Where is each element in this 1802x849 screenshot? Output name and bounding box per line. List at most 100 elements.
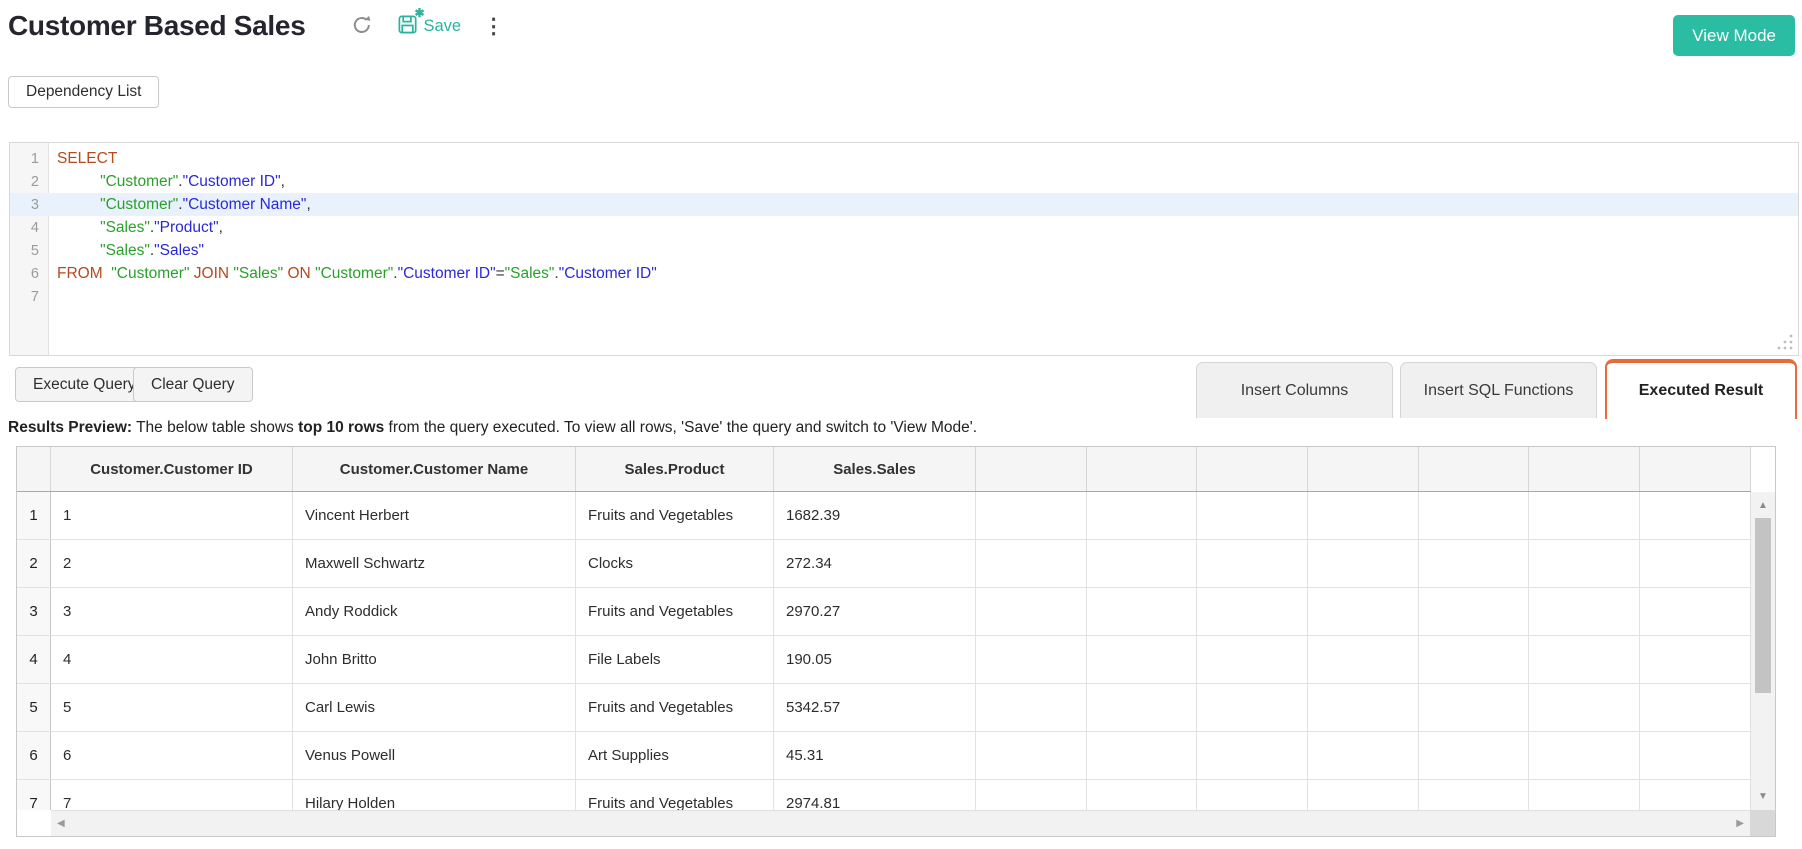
- empty-cell: [1197, 684, 1308, 731]
- sql-editor-lines[interactable]: 1SELECT2 "Customer"."Customer ID",3 "Cus…: [10, 147, 1798, 308]
- cell: 1682.39: [774, 492, 976, 539]
- cell: Andy Roddick: [293, 588, 576, 635]
- tab-insert-sql-functions[interactable]: Insert SQL Functions: [1400, 362, 1597, 418]
- editor-resize-handle[interactable]: [1774, 331, 1796, 353]
- empty-cell: [976, 732, 1087, 779]
- scroll-left-arrow-icon[interactable]: ◀: [57, 811, 65, 836]
- empty-cell: [1419, 732, 1530, 779]
- empty-cell: [1197, 732, 1308, 779]
- sql-code[interactable]: "Sales"."Sales": [48, 242, 204, 260]
- scroll-right-arrow-icon[interactable]: ▶: [1736, 811, 1744, 836]
- sql-code[interactable]: "Sales"."Product",: [48, 219, 223, 237]
- cell: Hilary Holden: [293, 780, 576, 810]
- empty-cell: [1308, 492, 1419, 539]
- scroll-up-arrow-icon[interactable]: ▲: [1751, 500, 1775, 511]
- empty-cell: [1197, 636, 1308, 683]
- sql-line-3[interactable]: 3 "Customer"."Customer Name",: [10, 193, 1798, 216]
- empty-cell: [1197, 540, 1308, 587]
- more-options-button[interactable]: ⋮: [483, 16, 504, 37]
- empty-column-header: [1419, 447, 1530, 491]
- empty-cell: [1640, 636, 1751, 683]
- cell: 3: [51, 588, 293, 635]
- empty-cell: [1529, 492, 1640, 539]
- tab-executed-result[interactable]: Executed Result: [1605, 359, 1797, 419]
- empty-cell: [1529, 684, 1640, 731]
- sql-line-1[interactable]: 1SELECT: [10, 147, 1798, 170]
- sql-code[interactable]: SELECT: [48, 150, 117, 168]
- column-header: Sales.Sales: [774, 447, 976, 491]
- empty-cell: [1419, 636, 1530, 683]
- empty-cell: [976, 780, 1087, 810]
- cell: 1: [51, 492, 293, 539]
- row-number: 5: [17, 684, 51, 731]
- cell: 6: [51, 732, 293, 779]
- empty-cell: [976, 588, 1087, 635]
- scroll-down-arrow-icon[interactable]: ▼: [1751, 791, 1775, 802]
- empty-cell: [1308, 588, 1419, 635]
- row-number: 1: [17, 492, 51, 539]
- empty-cell: [976, 540, 1087, 587]
- vertical-scrollbar-thumb[interactable]: [1755, 518, 1771, 693]
- scrollbar-corner: [1750, 810, 1775, 836]
- empty-cell: [1308, 732, 1419, 779]
- line-number: 2: [10, 174, 48, 190]
- tab-insert-columns[interactable]: Insert Columns: [1196, 362, 1393, 418]
- empty-cell: [1087, 540, 1198, 587]
- empty-column-header: [1308, 447, 1419, 491]
- view-mode-button[interactable]: View Mode: [1673, 15, 1795, 56]
- sql-line-6[interactable]: 6FROM "Customer" JOIN "Sales" ON "Custom…: [10, 262, 1798, 285]
- save-label: Save: [423, 17, 461, 36]
- cell: 5342.57: [774, 684, 976, 731]
- sql-line-7[interactable]: 7: [10, 285, 1798, 308]
- sql-code[interactable]: "Customer"."Customer ID",: [48, 173, 285, 191]
- top-bar: Customer Based Sales ✱ Save ⋮: [8, 10, 504, 42]
- empty-cell: [1087, 588, 1198, 635]
- empty-cell: [1197, 780, 1308, 810]
- empty-cell: [1529, 636, 1640, 683]
- dependency-list-button[interactable]: Dependency List: [8, 76, 159, 108]
- table-row: 22Maxwell SchwartzClocks272.34: [17, 540, 1751, 588]
- horizontal-scrollbar[interactable]: ◀ ▶: [51, 810, 1750, 836]
- empty-column-header: [976, 447, 1087, 491]
- line-number: 7: [10, 289, 48, 305]
- vertical-scrollbar[interactable]: ▲ ▼: [1750, 492, 1775, 810]
- sql-line-5[interactable]: 5 "Sales"."Sales": [10, 239, 1798, 262]
- empty-cell: [1087, 492, 1198, 539]
- cell: Vincent Herbert: [293, 492, 576, 539]
- sql-code[interactable]: FROM "Customer" JOIN "Sales" ON "Custome…: [48, 265, 657, 283]
- empty-cell: [1529, 588, 1640, 635]
- empty-cell: [1640, 540, 1751, 587]
- empty-cell: [1529, 732, 1640, 779]
- row-number: 6: [17, 732, 51, 779]
- empty-cell: [1308, 780, 1419, 810]
- sql-editor[interactable]: 1SELECT2 "Customer"."Customer ID",3 "Cus…: [9, 142, 1799, 356]
- results-preview-note: Results Preview: The below table shows t…: [8, 419, 977, 437]
- row-number: 2: [17, 540, 51, 587]
- row-number: 7: [17, 780, 51, 810]
- line-number: 4: [10, 220, 48, 236]
- refresh-icon: [351, 14, 373, 39]
- kebab-menu-icon: ⋮: [483, 16, 504, 37]
- refresh-button[interactable]: [351, 14, 373, 39]
- empty-cell: [1419, 492, 1530, 539]
- sql-line-4[interactable]: 4 "Sales"."Product",: [10, 216, 1798, 239]
- empty-cell: [1640, 492, 1751, 539]
- page-title: Customer Based Sales: [8, 10, 305, 42]
- table-row: 44John BrittoFile Labels190.05: [17, 636, 1751, 684]
- empty-cell: [1308, 540, 1419, 587]
- cell: File Labels: [576, 636, 774, 683]
- empty-cell: [976, 492, 1087, 539]
- cell: 2: [51, 540, 293, 587]
- save-button[interactable]: ✱ Save: [397, 13, 461, 39]
- cell: Fruits and Vegetables: [576, 492, 774, 539]
- sql-line-2[interactable]: 2 "Customer"."Customer ID",: [10, 170, 1798, 193]
- sql-code[interactable]: "Customer"."Customer Name",: [48, 196, 311, 214]
- table-body: 11Vincent HerbertFruits and Vegetables16…: [17, 492, 1751, 810]
- empty-cell: [1640, 588, 1751, 635]
- cell: 2974.81: [774, 780, 976, 810]
- empty-cell: [1087, 732, 1198, 779]
- clear-query-button[interactable]: Clear Query: [133, 367, 253, 402]
- empty-cell: [1087, 636, 1198, 683]
- line-number: 6: [10, 266, 48, 282]
- column-header: Customer.Customer Name: [293, 447, 576, 491]
